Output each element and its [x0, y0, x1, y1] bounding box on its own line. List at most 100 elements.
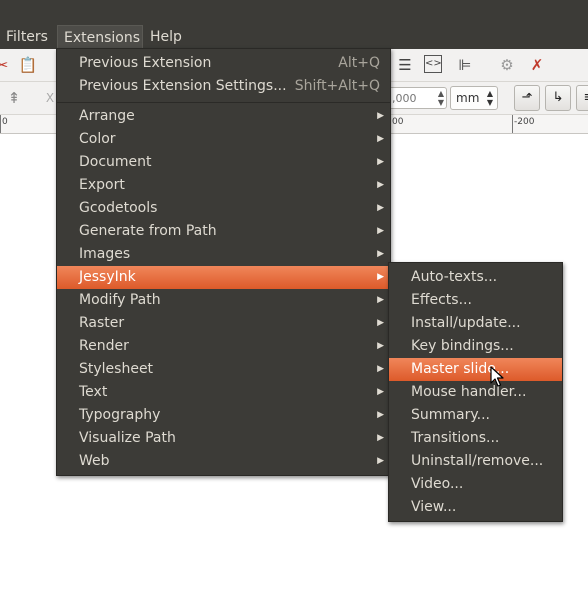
submenu-item-uninstall-remove[interactable]: Uninstall/remove...	[389, 450, 562, 473]
menu-item-label: Effects...	[411, 292, 472, 308]
cut-icon[interactable]: ✂	[0, 55, 12, 75]
submenu-item-view[interactable]: View...	[389, 496, 562, 519]
extensions-menu: Previous Extension Alt+Q Previous Extens…	[56, 48, 391, 476]
submenu-item-transitions[interactable]: Transitions...	[389, 427, 562, 450]
ruler-tick-label: 0	[2, 117, 8, 127]
menu-item-stylesheet[interactable]: Stylesheet ▶	[57, 358, 390, 381]
scale-corners-button[interactable]: ↳	[545, 85, 571, 111]
ruler-mark	[0, 115, 1, 133]
menu-item-label: Web	[79, 453, 110, 469]
menu-item-arrange[interactable]: Arrange ▶	[57, 105, 390, 128]
menu-item-typography[interactable]: Typography ▶	[57, 404, 390, 427]
jessyink-submenu: Auto-texts... Effects... Install/update.…	[388, 262, 563, 522]
submenu-arrow-icon: ▶	[377, 433, 384, 443]
menu-item-label: Modify Path	[79, 292, 161, 308]
unit-value: mm	[456, 91, 480, 105]
align-distribute-icon[interactable]: ⊫	[455, 55, 475, 75]
menu-item-label: Key bindings...	[411, 338, 514, 354]
menu-filters[interactable]: Filters	[0, 25, 54, 49]
submenu-arrow-icon: ▶	[377, 249, 384, 259]
preferences-gear-icon[interactable]: ⚙	[497, 55, 517, 75]
submenu-arrow-icon: ▶	[377, 134, 384, 144]
menu-item-visualize-path[interactable]: Visualize Path ▶	[57, 427, 390, 450]
menu-item-label: Render	[79, 338, 129, 354]
menu-item-label: Gcodetools	[79, 200, 158, 216]
window-title-bar	[0, 0, 588, 25]
menu-item-generate-from-path[interactable]: Generate from Path ▶	[57, 220, 390, 243]
submenu-item-effects[interactable]: Effects...	[389, 289, 562, 312]
menu-item-label: Transitions...	[411, 430, 500, 446]
size-spin-value: ,000	[392, 92, 417, 105]
menu-item-label: Export	[79, 177, 125, 193]
menu-item-label: Video...	[411, 476, 464, 492]
ruler-mark	[512, 115, 513, 133]
menu-item-label: Arrange	[79, 108, 135, 124]
submenu-arrow-icon: ▶	[377, 272, 384, 282]
submenu-arrow-icon: ▶	[377, 295, 384, 305]
submenu-item-auto-texts[interactable]: Auto-texts...	[389, 266, 562, 289]
menu-item-label: Summary...	[411, 407, 491, 423]
menu-item-export[interactable]: Export ▶	[57, 174, 390, 197]
xml-editor-stack-icon[interactable]: ☰	[395, 55, 415, 75]
menu-item-jessyink[interactable]: JessyInk ▶	[57, 266, 390, 289]
paste-icon[interactable]: 📋	[18, 55, 38, 75]
submenu-item-key-bindings[interactable]: Key bindings...	[389, 335, 562, 358]
menu-item-label: Mouse handler...	[411, 384, 527, 400]
submenu-item-mouse-handler[interactable]: Mouse handler...	[389, 381, 562, 404]
menu-item-label: Uninstall/remove...	[411, 453, 544, 469]
menu-item-label: Images	[79, 246, 131, 262]
submenu-item-master-slide[interactable]: Master slide...	[389, 358, 562, 381]
menu-item-previous-extension-settings[interactable]: Previous Extension Settings... Shift+Alt…	[57, 75, 390, 98]
submenu-item-video[interactable]: Video...	[389, 473, 562, 496]
menu-item-modify-path[interactable]: Modify Path ▶	[57, 289, 390, 312]
transform-gradients-button[interactable]: ≡	[576, 85, 588, 111]
menu-item-color[interactable]: Color ▶	[57, 128, 390, 151]
raise-to-top-icon[interactable]: ⇞	[4, 88, 24, 108]
menu-item-web[interactable]: Web ▶	[57, 450, 390, 473]
scale-stroke-button[interactable]: ⬏	[514, 85, 540, 111]
menu-item-accelerator: Alt+Q	[338, 55, 380, 71]
menu-item-label: Stylesheet	[79, 361, 154, 377]
submenu-item-install-update[interactable]: Install/update...	[389, 312, 562, 335]
menu-item-label: Previous Extension	[79, 55, 212, 71]
xml-editor-icon[interactable]: <>	[424, 55, 442, 73]
menu-item-label: Visualize Path	[79, 430, 176, 446]
menu-item-label: JessyInk	[79, 269, 136, 285]
mouse-pointer-icon	[490, 366, 504, 387]
submenu-arrow-icon: ▶	[377, 180, 384, 190]
submenu-arrow-icon: ▶	[377, 364, 384, 374]
ruler-tick-label: 00	[392, 117, 404, 127]
submenu-arrow-icon: ▶	[377, 157, 384, 167]
ruler-tick-label: -200	[514, 117, 535, 127]
menu-item-images[interactable]: Images ▶	[57, 243, 390, 266]
menu-help[interactable]: Help	[144, 25, 188, 49]
menu-item-label: Raster	[79, 315, 125, 331]
submenu-item-summary[interactable]: Summary...	[389, 404, 562, 427]
menu-item-text[interactable]: Text ▶	[57, 381, 390, 404]
menu-item-label: Install/update...	[411, 315, 521, 331]
menu-item-render[interactable]: Render ▶	[57, 335, 390, 358]
menu-item-label: Typography	[79, 407, 161, 423]
menu-item-label: Previous Extension Settings...	[79, 78, 287, 94]
size-spinbox[interactable]: ,000 ▲ ▼	[387, 87, 447, 109]
unit-selector[interactable]: mm ▲ ▼	[450, 86, 498, 110]
document-properties-tools-icon[interactable]: ✗	[527, 55, 547, 75]
submenu-arrow-icon: ▶	[377, 226, 384, 236]
menu-item-raster[interactable]: Raster ▶	[57, 312, 390, 335]
menu-item-accelerator: Shift+Alt+Q	[294, 78, 380, 94]
menu-item-label: Text	[79, 384, 108, 400]
submenu-arrow-icon: ▶	[377, 387, 384, 397]
menu-bar: Filters Extensions Help	[0, 25, 588, 49]
menu-extensions[interactable]: Extensions	[57, 25, 143, 49]
menu-item-label: Document	[79, 154, 152, 170]
menu-item-label: Auto-texts...	[411, 269, 498, 285]
spin-arrows-icon[interactable]: ▲ ▼	[438, 89, 444, 107]
menu-item-previous-extension[interactable]: Previous Extension Alt+Q	[57, 52, 390, 75]
menu-item-gcodetools[interactable]: Gcodetools ▶	[57, 197, 390, 220]
submenu-arrow-icon: ▶	[377, 111, 384, 121]
menu-item-label: View...	[411, 499, 457, 515]
menu-separator	[57, 102, 390, 103]
menu-item-document[interactable]: Document ▶	[57, 151, 390, 174]
menu-item-label: Generate from Path	[79, 223, 217, 239]
submenu-arrow-icon: ▶	[377, 456, 384, 466]
